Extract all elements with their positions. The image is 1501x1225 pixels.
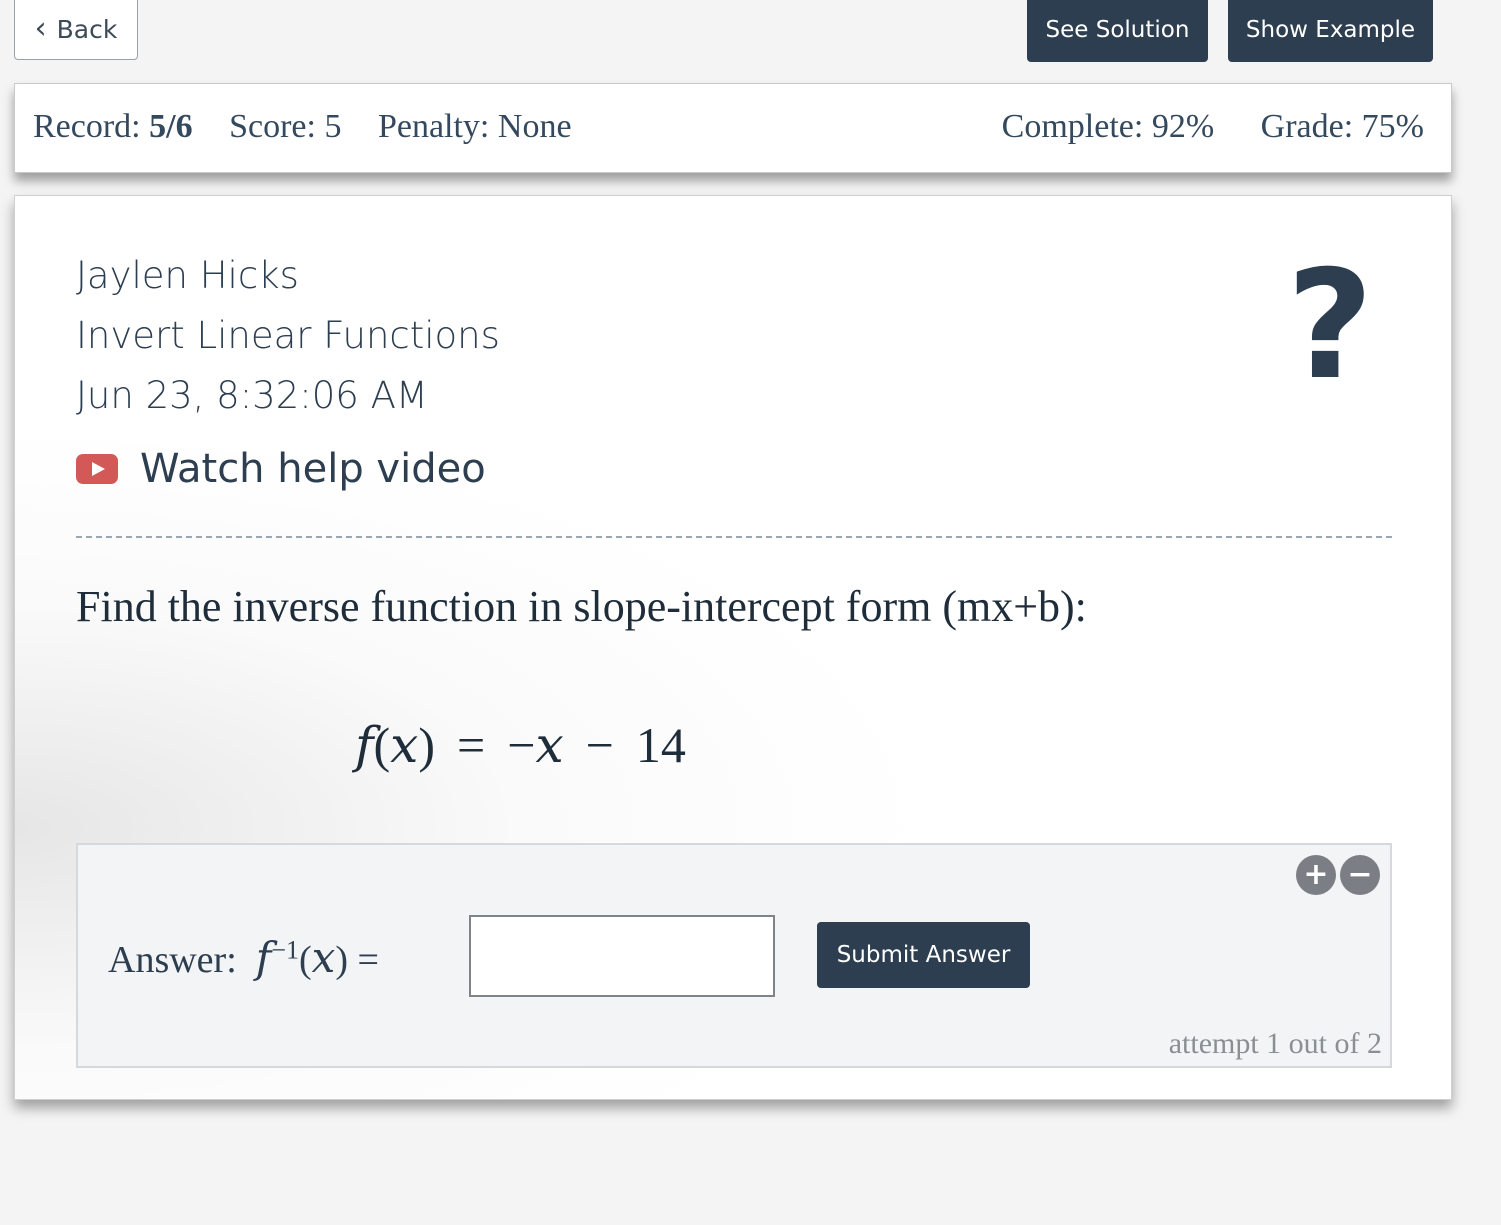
timestamp: Jun 23, 8:32:06 AM (76, 374, 428, 417)
grade-stat: Grade: 75% (1260, 108, 1424, 145)
penalty-value: None (497, 108, 572, 145)
function-equation: f(x) = −x −14 (355, 716, 686, 774)
record-stat: Record: 5/6 (33, 108, 193, 145)
score-stat: Score: 5 (229, 108, 342, 145)
submit-answer-button[interactable]: Submit Answer (817, 922, 1030, 988)
answer-label: Answer: f−1(x) = (108, 933, 379, 982)
record-bar: Record: 5/6 Score: 5 Penalty: None Compl… (14, 83, 1452, 173)
score-value: 5 (324, 108, 342, 145)
penalty-stat: Penalty: None (377, 108, 572, 145)
watch-help-video-link[interactable]: Watch help video (76, 446, 486, 492)
top-toolbar: ‹ Back See Solution Show Example (0, 0, 1501, 70)
record-stats-left: Record: 5/6 Score: 5 Penalty: None (33, 108, 572, 146)
record-value: 5/6 (149, 108, 193, 145)
zoom-controls: + − (1292, 855, 1380, 895)
section-divider (76, 536, 1392, 538)
zoom-out-icon[interactable]: − (1340, 855, 1380, 895)
chevron-left-icon: ‹ (34, 11, 47, 46)
record-stats-right: Complete: 92% Grade: 75% (1002, 108, 1424, 146)
show-example-button[interactable]: Show Example (1228, 0, 1433, 62)
help-video-label: Watch help video (140, 446, 486, 492)
grade-value: 75% (1361, 108, 1424, 145)
assignment-meta: Jaylen Hicks Invert Linear Functions Jun… (76, 246, 500, 426)
answer-box: + − Answer: f−1(x) = Submit Answer attem… (76, 843, 1392, 1068)
complete-stat: Complete: 92% (1001, 108, 1215, 145)
student-name: Jaylen Hicks (76, 254, 299, 297)
complete-value: 92% (1151, 108, 1215, 145)
topic-title: Invert Linear Functions (76, 314, 500, 357)
problem-card: Jaylen Hicks Invert Linear Functions Jun… (14, 195, 1452, 1100)
question-prompt: Find the inverse function in slope-inter… (76, 582, 1087, 631)
question-mark-icon[interactable]: ? (1275, 251, 1385, 401)
back-button-label: Back (56, 14, 118, 44)
zoom-in-icon[interactable]: + (1296, 855, 1336, 895)
see-solution-button[interactable]: See Solution (1027, 0, 1208, 62)
attempt-counter: attempt 1 out of 2 (1168, 1027, 1382, 1060)
answer-input[interactable] (469, 915, 775, 997)
back-button[interactable]: ‹ Back (14, 0, 138, 60)
youtube-play-icon (76, 454, 118, 484)
